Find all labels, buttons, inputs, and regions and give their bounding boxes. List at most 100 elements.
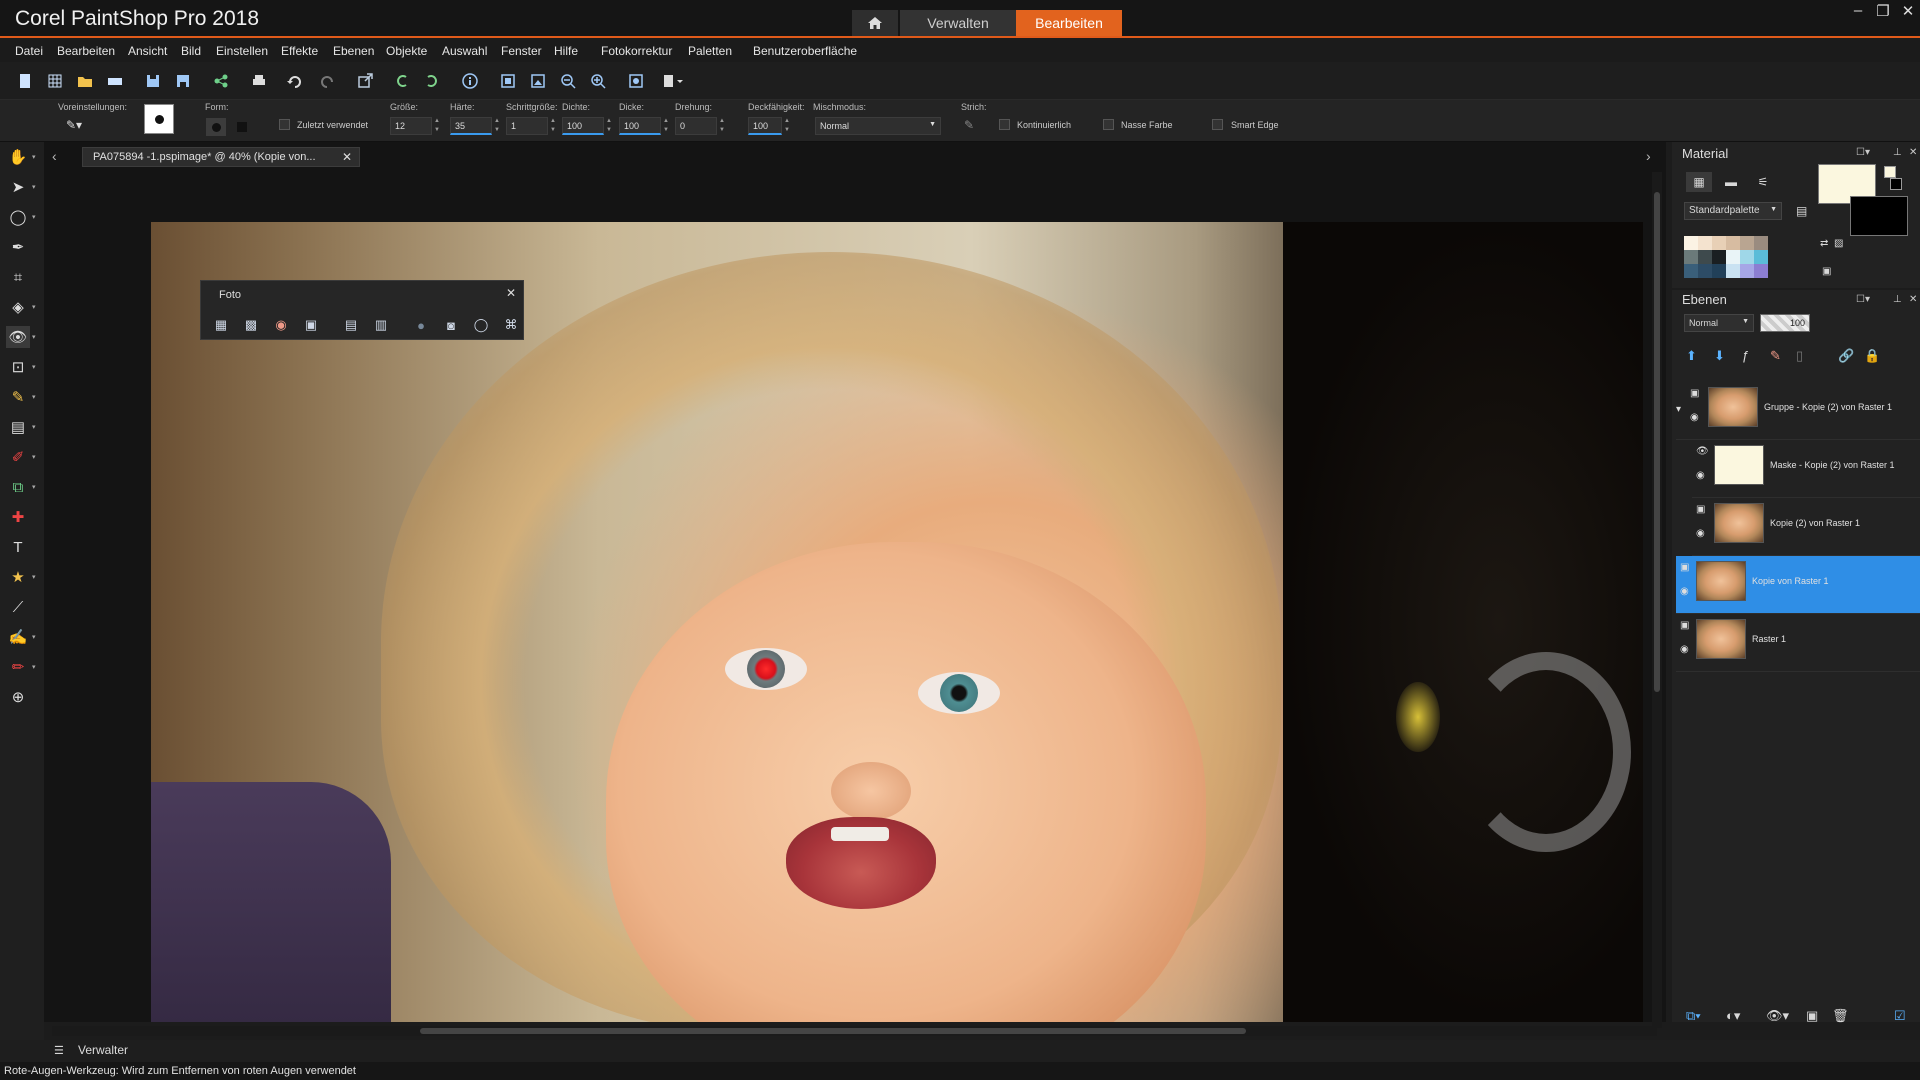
close-icon[interactable]: ✕ bbox=[342, 150, 352, 164]
rotate-right-icon[interactable] bbox=[421, 70, 443, 92]
crop-tool-icon[interactable]: ⌗ bbox=[6, 266, 30, 288]
new-layer-menu-icon[interactable]: ⧉▾ bbox=[1686, 1008, 1701, 1024]
blend-mode-select[interactable]: Normal ▼ bbox=[815, 117, 941, 135]
vertical-scroll-thumb[interactable] bbox=[1654, 192, 1660, 692]
swatch[interactable] bbox=[1740, 250, 1754, 264]
paint-brush-tool-icon[interactable]: ✎ bbox=[6, 386, 30, 408]
fill-light-icon[interactable]: ▤ bbox=[341, 315, 361, 335]
color-balance-icon[interactable]: ▥ bbox=[371, 315, 391, 335]
text-object-tool-icon[interactable]: ⊡ bbox=[6, 356, 30, 378]
tab-edit[interactable]: Bearbeiten bbox=[1016, 10, 1122, 36]
swatch[interactable] bbox=[1754, 236, 1768, 250]
pan-tool-icon[interactable]: ✋ bbox=[6, 146, 30, 168]
zoom-100-icon[interactable] bbox=[625, 70, 647, 92]
vignette-icon[interactable]: ⌘ bbox=[501, 315, 521, 335]
vertical-scrollbar[interactable] bbox=[1652, 172, 1662, 1028]
eraser-tool-flyout-icon[interactable]: ▾ bbox=[32, 453, 36, 461]
palette-options-icon[interactable]: ▤ bbox=[1796, 204, 1807, 218]
swatch[interactable] bbox=[1698, 250, 1712, 264]
palette-select[interactable]: Standardpalette ▼ bbox=[1684, 202, 1782, 220]
blur-icon[interactable]: ● bbox=[411, 315, 431, 335]
menu-ansicht[interactable]: Ansicht bbox=[128, 44, 167, 58]
visibility-eye-icon[interactable]: ◉ bbox=[1696, 528, 1705, 539]
photo-left-eye[interactable] bbox=[725, 648, 807, 690]
menu-objekte[interactable]: Objekte bbox=[386, 44, 427, 58]
close-icon[interactable]: ✕ bbox=[1909, 147, 1917, 158]
preset-shape-tool-icon[interactable]: ★ bbox=[6, 566, 30, 588]
rotate-left-icon[interactable] bbox=[391, 70, 413, 92]
document-tab[interactable]: PA075894 -1.pspimage* @ 40% (Kopie von..… bbox=[82, 147, 360, 167]
menu-paletten[interactable]: Paletten bbox=[688, 44, 732, 58]
new-from-template-icon[interactable] bbox=[44, 70, 66, 92]
brush-preview[interactable] bbox=[144, 104, 174, 134]
menu-bearbeiten[interactable]: Bearbeiten bbox=[57, 44, 115, 58]
layer-row-copy2[interactable]: ▣ ◉ Kopie (2) von Raster 1 bbox=[1692, 498, 1920, 556]
open-folder-icon[interactable] bbox=[74, 70, 96, 92]
swatch[interactable] bbox=[1684, 264, 1698, 278]
swatch[interactable] bbox=[1684, 236, 1698, 250]
pin-icon[interactable]: ⊥ bbox=[1893, 294, 1902, 305]
hardness-field[interactable]: 35 bbox=[450, 117, 492, 135]
minimize-icon[interactable]: – bbox=[1846, 2, 1870, 19]
transparent-icon[interactable]: ▨ bbox=[1834, 238, 1843, 249]
fit-window-icon[interactable] bbox=[497, 70, 519, 92]
swatch[interactable] bbox=[1726, 250, 1740, 264]
smart-edge-checkbox[interactable] bbox=[1212, 119, 1223, 130]
add-tool-icon[interactable]: ⊕ bbox=[6, 686, 30, 708]
layer-row-raster1[interactable]: ▣ ◉ Raster 1 bbox=[1676, 614, 1920, 672]
gradient-tool-icon[interactable]: ▤ bbox=[6, 416, 30, 438]
swatch[interactable] bbox=[1740, 264, 1754, 278]
size-field[interactable]: 12 bbox=[390, 117, 432, 135]
text-object-tool-flyout-icon[interactable]: ▾ bbox=[32, 363, 36, 371]
zoom-in-icon[interactable] bbox=[587, 70, 609, 92]
swatch[interactable] bbox=[1712, 250, 1726, 264]
menu-fenster[interactable]: Fenster bbox=[501, 44, 542, 58]
clarify-icon[interactable]: ▣ bbox=[301, 315, 321, 335]
draw-tool-icon[interactable]: ⟋ bbox=[6, 596, 30, 618]
swatch[interactable] bbox=[1698, 264, 1712, 278]
swatch[interactable] bbox=[1754, 250, 1768, 264]
bg-material-swatch[interactable] bbox=[1890, 178, 1902, 190]
adjustment-menu-icon[interactable]: ◐▾ bbox=[1726, 1008, 1740, 1024]
step-spinner[interactable]: ▲ ▼ bbox=[548, 117, 558, 135]
scanner-icon[interactable] bbox=[104, 70, 126, 92]
shape-circle-button[interactable] bbox=[206, 118, 226, 136]
organizer-label[interactable]: Verwalter bbox=[78, 1043, 128, 1057]
shape-square-button[interactable] bbox=[237, 122, 247, 132]
tab-scroll-left-icon[interactable]: ‹ bbox=[52, 148, 57, 164]
visibility-eye-icon[interactable]: ◉ bbox=[1680, 644, 1689, 655]
red-eye-removal-icon[interactable]: ◉ bbox=[271, 315, 291, 335]
organizer-icon[interactable]: ☰ bbox=[54, 1044, 64, 1057]
color-swatch-grid[interactable] bbox=[1684, 236, 1768, 282]
expand-chevron-icon[interactable]: ▾ bbox=[1676, 404, 1681, 415]
menu-auswahl[interactable]: Auswahl bbox=[442, 44, 487, 58]
pen-tool-flyout-icon[interactable]: ▾ bbox=[32, 633, 36, 641]
menu-benutzeroberflaeche[interactable]: Benutzeroberfläche bbox=[753, 44, 857, 58]
frame-tab-icon[interactable]: ▦ bbox=[1686, 172, 1712, 192]
density-field[interactable]: 100 bbox=[562, 117, 604, 135]
redo-icon[interactable] bbox=[316, 70, 338, 92]
menu-bild[interactable]: Bild bbox=[181, 44, 201, 58]
preset-shape-tool-flyout-icon[interactable]: ▾ bbox=[32, 573, 36, 581]
smart-photo-fix-icon[interactable]: ▩ bbox=[241, 315, 261, 335]
workspace-menu-icon[interactable] bbox=[662, 70, 684, 92]
density-spinner[interactable]: ▲ ▼ bbox=[604, 117, 614, 135]
horizontal-scroll-thumb[interactable] bbox=[420, 1028, 1246, 1034]
red-eye-tool-flyout-icon[interactable]: ▾ bbox=[32, 333, 36, 341]
duplicate-layer-icon[interactable]: ▣ bbox=[1806, 1008, 1818, 1024]
panel-float-icon[interactable]: ☐▾ bbox=[1856, 294, 1870, 305]
close-icon[interactable]: ✕ bbox=[1896, 2, 1920, 20]
layer-opacity-field[interactable]: 100 bbox=[1760, 314, 1810, 332]
swatch[interactable] bbox=[1726, 236, 1740, 250]
warp-brush-tool-icon[interactable]: ✏ bbox=[6, 656, 30, 678]
layer-properties-icon[interactable]: ☑ bbox=[1894, 1008, 1906, 1024]
layer-row-group[interactable]: ▾ ▣ ◉ Gruppe - Kopie (2) von Raster 1 bbox=[1676, 382, 1920, 440]
link-layers-icon[interactable]: 🔗 bbox=[1838, 348, 1854, 364]
swatch[interactable] bbox=[1726, 264, 1740, 278]
lasso-tool-icon[interactable]: ◯ bbox=[6, 206, 30, 228]
opacity-field[interactable]: 100 bbox=[748, 117, 782, 135]
presets-brush-icon[interactable]: ✎▾ bbox=[66, 118, 88, 136]
swatch[interactable] bbox=[1698, 236, 1712, 250]
zoom-out-icon[interactable] bbox=[557, 70, 579, 92]
swatch[interactable] bbox=[1712, 236, 1726, 250]
